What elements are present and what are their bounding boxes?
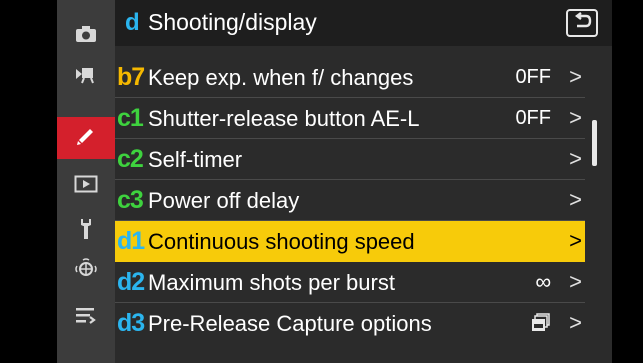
setting-label: Maximum shots per burst bbox=[148, 270, 395, 295]
setting-code: c1 bbox=[117, 104, 144, 132]
setting-code: c3 bbox=[117, 186, 144, 214]
menu-header: d Shooting/display bbox=[115, 0, 612, 46]
my-menu-icon bbox=[75, 306, 97, 329]
setting-code: c2 bbox=[117, 145, 144, 173]
setting-label: Keep exp. when f/ changes bbox=[148, 65, 414, 90]
setting-value: ∞ bbox=[535, 269, 551, 294]
chevron-right-icon: > bbox=[569, 105, 582, 130]
menu-row-d3[interactable]: d3 Pre-Release Capture options > bbox=[115, 303, 585, 344]
tab-setup[interactable] bbox=[57, 210, 115, 252]
chevron-right-icon: > bbox=[569, 310, 582, 335]
setting-code: d2 bbox=[117, 268, 145, 296]
menu-row-d1[interactable]: d1 Continuous shooting speed > bbox=[115, 221, 585, 262]
menu-row-b7[interactable]: b7 Keep exp. when f/ changes 0FF > bbox=[115, 57, 585, 98]
return-arrow-icon bbox=[572, 11, 592, 35]
network-icon bbox=[74, 257, 98, 286]
chevron-right-icon: > bbox=[569, 146, 582, 171]
chevron-right-icon: > bbox=[569, 269, 582, 294]
chevron-right-icon: > bbox=[569, 187, 582, 212]
custom-settings-list: b7 Keep exp. when f/ changes 0FF > c1 Sh… bbox=[115, 57, 585, 344]
setting-code: d1 bbox=[117, 227, 145, 255]
setting-label: Continuous shooting speed bbox=[148, 229, 415, 254]
menu-row-c2[interactable]: c2 Self-timer > bbox=[115, 139, 585, 180]
tab-photo-shooting[interactable] bbox=[57, 15, 115, 57]
page-title: Shooting/display bbox=[148, 9, 317, 35]
setting-label: Pre-Release Capture options bbox=[148, 311, 432, 336]
camera-icon bbox=[75, 25, 97, 48]
tab-playback[interactable] bbox=[57, 165, 115, 207]
playback-icon bbox=[74, 175, 98, 198]
chevron-right-icon: > bbox=[569, 228, 582, 253]
setting-label: Shutter-release button AE-L bbox=[148, 106, 420, 131]
setting-label: Self-timer bbox=[148, 147, 243, 172]
setting-label: Power off delay bbox=[148, 188, 300, 213]
setting-code: b7 bbox=[117, 63, 145, 91]
scrollbar[interactable] bbox=[592, 120, 597, 166]
setting-value: 0FF bbox=[515, 66, 551, 88]
pencil-icon bbox=[75, 125, 97, 152]
tab-my-menu[interactable] bbox=[57, 296, 115, 338]
wrench-icon bbox=[78, 218, 94, 245]
movie-camera-icon bbox=[75, 66, 97, 89]
menu-row-d2[interactable]: d2 Maximum shots per burst ∞ > bbox=[115, 262, 585, 303]
back-button[interactable] bbox=[566, 9, 598, 37]
menu-row-c1[interactable]: c1 Shutter-release button AE-L 0FF > bbox=[115, 98, 585, 139]
setting-code: d3 bbox=[117, 309, 145, 337]
tab-custom-settings[interactable] bbox=[57, 117, 115, 159]
chevron-right-icon: > bbox=[569, 64, 582, 89]
menu-tab-sidebar bbox=[57, 0, 115, 363]
setting-value: 0FF bbox=[515, 107, 551, 129]
tab-network[interactable] bbox=[57, 250, 115, 292]
camera-menu-screen: d Shooting/display b7 Keep exp. when f/ … bbox=[57, 0, 612, 363]
menu-row-c3[interactable]: c3 Power off delay > bbox=[115, 180, 585, 221]
menu-group-letter: d bbox=[125, 9, 140, 36]
tab-movie-recording[interactable] bbox=[57, 56, 115, 98]
pre-release-icon bbox=[531, 313, 551, 339]
